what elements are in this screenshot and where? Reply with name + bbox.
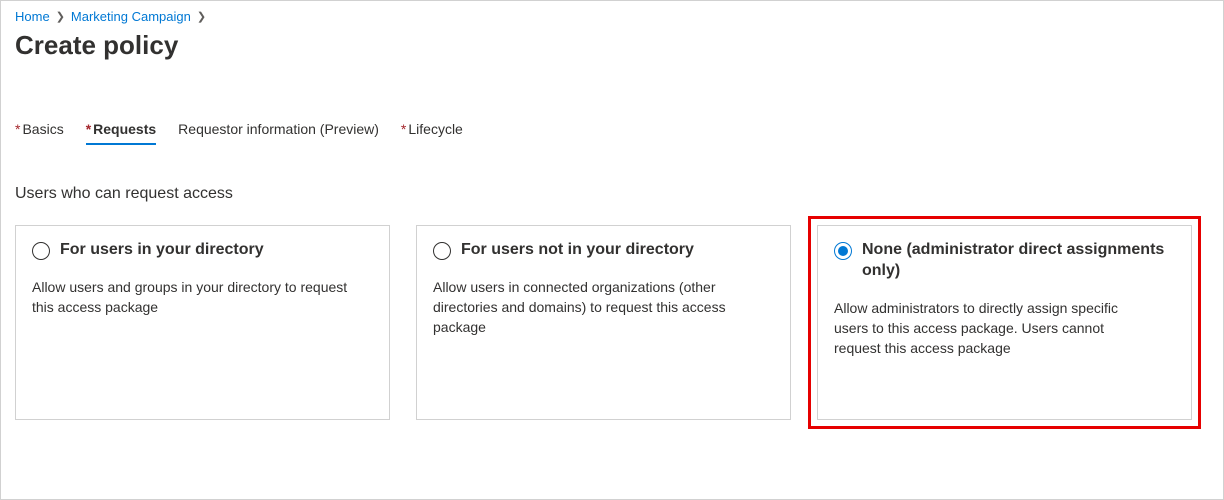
chevron-right-icon: ❯ [197,10,206,23]
option-header: For users not in your directory [433,240,774,261]
tab-lifecycle[interactable]: *Lifecycle [401,121,463,141]
tabs: *Basics *Requests Requestor information … [15,121,1209,141]
breadcrumb-home[interactable]: Home [15,9,50,24]
section-heading: Users who can request access [15,185,1209,203]
tab-label: Basics [22,121,63,137]
option-card-none-admin[interactable]: None (administrator direct assignments o… [817,225,1192,420]
breadcrumb-marketing-campaign[interactable]: Marketing Campaign [71,9,191,24]
options-row: For users in your directory Allow users … [15,225,1209,420]
option-title: For users not in your directory [461,240,694,261]
option-title: None (administrator direct assignments o… [862,240,1175,282]
option-header: None (administrator direct assignments o… [834,240,1175,282]
radio-icon[interactable] [32,242,50,260]
option-header: For users in your directory [32,240,373,261]
tab-label: Lifecycle [408,121,462,137]
chevron-right-icon: ❯ [56,10,65,23]
tab-requests[interactable]: *Requests [86,121,156,141]
required-asterisk: * [86,121,91,137]
option-title: For users in your directory [60,240,264,261]
option-card-users-not-in-directory[interactable]: For users not in your directory Allow us… [416,225,791,420]
page-title: Create policy [15,30,1209,61]
radio-icon[interactable] [834,242,852,260]
option-description: Allow users and groups in your directory… [32,277,352,318]
radio-icon[interactable] [433,242,451,260]
tab-label: Requests [93,121,156,137]
breadcrumb: Home ❯ Marketing Campaign ❯ [15,9,1209,24]
required-asterisk: * [401,121,406,137]
option-description: Allow users in connected organizations (… [433,277,753,338]
tab-label: Requestor information (Preview) [178,121,379,137]
tab-requestor-information[interactable]: Requestor information (Preview) [178,121,379,141]
tab-basics[interactable]: *Basics [15,121,64,141]
option-description: Allow administrators to directly assign … [834,298,1154,359]
required-asterisk: * [15,121,20,137]
option-card-users-in-directory[interactable]: For users in your directory Allow users … [15,225,390,420]
